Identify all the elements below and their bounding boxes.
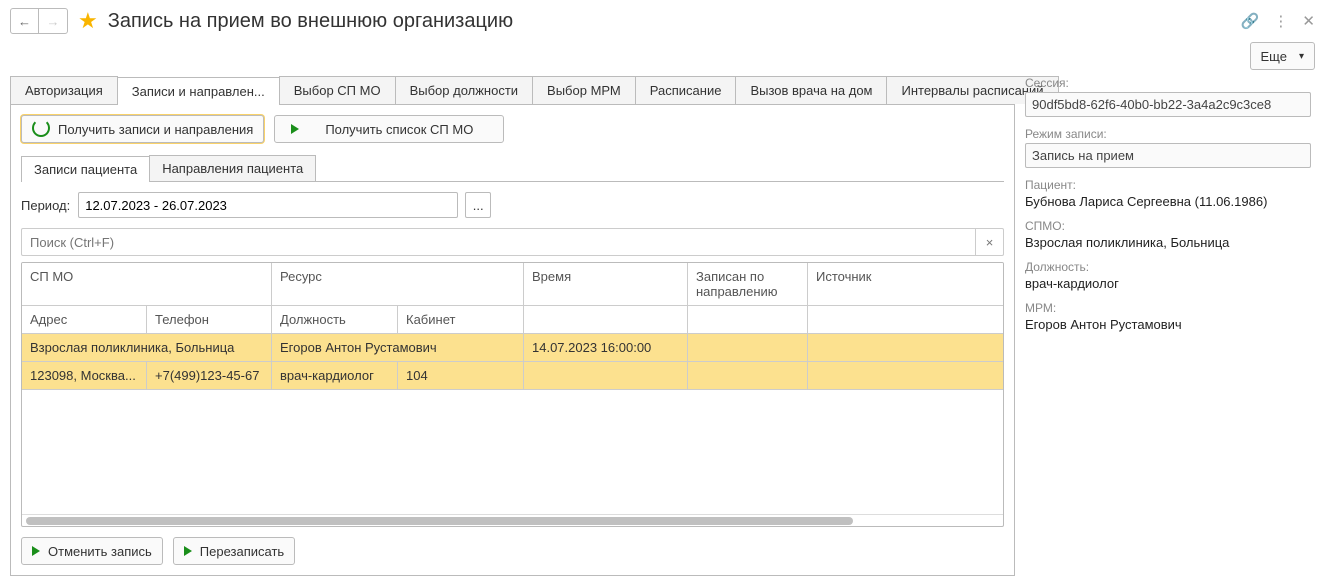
cell-empty <box>524 362 688 390</box>
get-spmo-button[interactable]: Получить список СП МО <box>274 115 504 143</box>
period-picker-button[interactable]: ... <box>465 192 491 218</box>
cancel-record-button[interactable]: Отменить запись <box>21 537 163 565</box>
col-ref-empty <box>688 306 808 334</box>
spmo-label: СПМО: <box>1025 219 1311 233</box>
cell-time: 14.07.2023 16:00:00 <box>524 334 688 362</box>
tab-spmo[interactable]: Выбор СП МО <box>279 76 396 104</box>
cell-ref <box>688 334 808 362</box>
col-cabinet[interactable]: Кабинет <box>398 306 524 334</box>
position-label: Должность: <box>1025 260 1311 274</box>
tab-housecall[interactable]: Вызов врача на дом <box>735 76 887 104</box>
more-label: Еще <box>1261 49 1287 64</box>
chevron-down-icon: ▾ <box>1299 51 1304 62</box>
table-row: 123098, Москва... +7(499)123-45-67 врач-… <box>22 362 1003 390</box>
cell-spmo: Взрослая поликлиника, Больница <box>22 334 272 362</box>
subtab-referrals[interactable]: Направления пациента <box>149 155 316 181</box>
search-input[interactable] <box>21 228 976 256</box>
cell-src <box>808 334 1003 362</box>
nav-buttons[interactable]: ← → <box>10 8 68 34</box>
forward-icon[interactable]: → <box>39 9 67 33</box>
page-title: Запись на прием во внешнюю организацию <box>108 10 513 33</box>
tab-position[interactable]: Выбор должности <box>395 76 533 104</box>
more-button[interactable]: Еще ▾ <box>1250 42 1315 70</box>
patient-label: Пациент: <box>1025 178 1311 192</box>
play-icon <box>184 546 192 556</box>
col-time-empty <box>524 306 688 334</box>
menu-icon[interactable]: ⋮ <box>1273 12 1288 30</box>
search-clear-button[interactable]: × <box>976 228 1004 256</box>
table-body[interactable]: Взрослая поликлиника, Больница Егоров Ан… <box>22 334 1003 514</box>
back-icon[interactable]: ← <box>11 9 39 33</box>
col-src-empty <box>808 306 1003 334</box>
col-spmo[interactable]: СП МО <box>22 263 272 306</box>
col-position[interactable]: Должность <box>272 306 398 334</box>
subtab-records[interactable]: Записи пациента <box>21 156 150 182</box>
sidebar: Сессия: 90df5bd8-62f6-40b0-bb22-3a4a2c9c… <box>1025 76 1315 342</box>
link-icon[interactable]: 🔗 <box>1241 12 1260 30</box>
col-resource[interactable]: Ресурс <box>272 263 524 306</box>
col-source[interactable]: Источник <box>808 263 1003 306</box>
rebook-label: Перезаписать <box>200 544 284 559</box>
cell-position: врач-кардиолог <box>272 362 398 390</box>
play-icon <box>32 546 40 556</box>
mrm-label: МРМ: <box>1025 301 1311 315</box>
cell-empty <box>808 362 1003 390</box>
cell-addr: 123098, Москва... <box>22 362 147 390</box>
period-label: Период: <box>21 198 70 213</box>
reload-icon <box>32 119 50 140</box>
mode-field[interactable]: Запись на прием <box>1025 143 1311 168</box>
mrm-value: Егоров Антон Рустамович <box>1025 317 1311 332</box>
cell-cabinet: 104 <box>398 362 524 390</box>
get-spmo-label: Получить список СП МО <box>325 122 473 137</box>
cancel-label: Отменить запись <box>48 544 152 559</box>
cell-phone: +7(499)123-45-67 <box>147 362 272 390</box>
main-tabs: Авторизация Записи и направлен... Выбор … <box>10 76 1015 105</box>
col-address[interactable]: Адрес <box>22 306 147 334</box>
close-icon[interactable]: ✕ <box>1302 12 1315 30</box>
get-records-button[interactable]: Получить записи и направления <box>21 115 264 143</box>
table-row: Взрослая поликлиника, Больница Егоров Ан… <box>22 334 1003 362</box>
play-icon <box>291 124 299 134</box>
col-referral[interactable]: Записан по направлению <box>688 263 808 306</box>
session-label: Сессия: <box>1025 76 1311 90</box>
tab-auth[interactable]: Авторизация <box>10 76 118 104</box>
cell-empty <box>688 362 808 390</box>
star-icon[interactable]: ★ <box>78 8 98 34</box>
tab-schedule[interactable]: Расписание <box>635 76 737 104</box>
sub-tabs: Записи пациента Направления пациента <box>21 155 1004 182</box>
spmo-value: Взрослая поликлиника, Больница <box>1025 235 1311 250</box>
patient-value: Бубнова Лариса Сергеевна (11.06.1986) <box>1025 194 1311 209</box>
horizontal-scrollbar[interactable] <box>22 514 1003 526</box>
session-field[interactable]: 90df5bd8-62f6-40b0-bb22-3a4a2c9c3ce8 <box>1025 92 1311 117</box>
rebook-button[interactable]: Перезаписать <box>173 537 295 565</box>
get-records-label: Получить записи и направления <box>58 122 253 137</box>
period-input[interactable] <box>78 192 458 218</box>
mode-label: Режим записи: <box>1025 127 1311 141</box>
cell-resource: Егоров Антон Рустамович <box>272 334 524 362</box>
tab-records[interactable]: Записи и направлен... <box>117 77 280 105</box>
position-value: врач-кардиолог <box>1025 276 1311 291</box>
tab-mrm[interactable]: Выбор МРМ <box>532 76 636 104</box>
col-phone[interactable]: Телефон <box>147 306 272 334</box>
col-time[interactable]: Время <box>524 263 688 306</box>
records-table: СП МО Ресурс Время Записан по направлени… <box>21 262 1004 527</box>
